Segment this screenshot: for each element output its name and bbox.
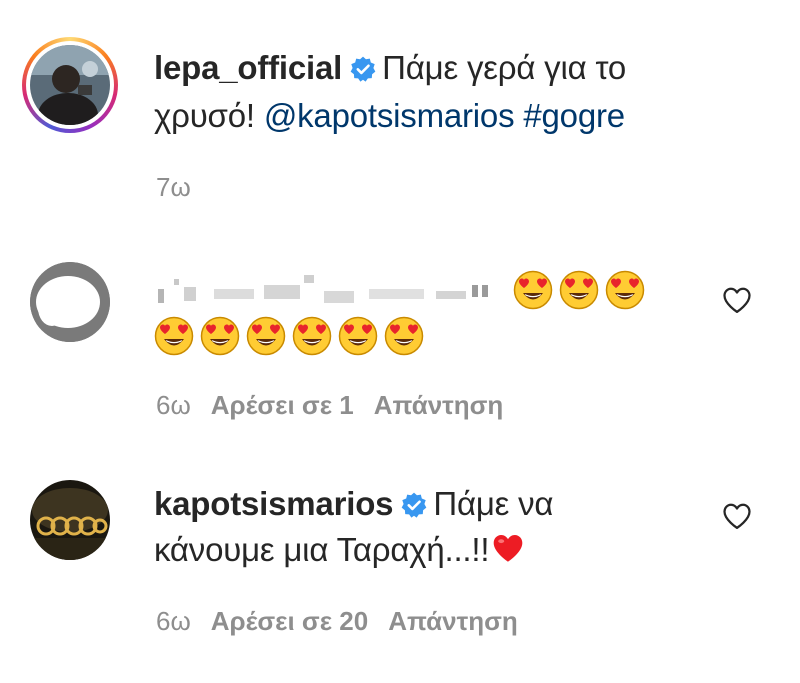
comment-emoji-user: 6ω Αρέσει σε 1 Απάντηση	[0, 250, 800, 440]
timestamp[interactable]: 6ω	[156, 390, 191, 420]
verified-badge-icon	[350, 56, 376, 82]
like-heart-icon[interactable]	[722, 286, 752, 314]
comment-line-2: χρυσό! @kapotsismarios #gogre	[154, 94, 625, 138]
comment-line-1: lepa_official Πάμε γερά για το	[154, 46, 626, 90]
mention-link[interactable]: @kapotsismarios	[264, 97, 515, 134]
timestamp[interactable]: 6ω	[156, 606, 191, 636]
heart-eyes-emoji	[559, 271, 599, 310]
comment-text: κάνουμε μια Ταραχή...!!	[154, 531, 490, 568]
heart-eyes-emoji	[605, 271, 645, 310]
emoji-group	[154, 315, 430, 356]
comment-meta: 7ω	[156, 172, 191, 203]
comment-line-1	[154, 266, 651, 310]
comment-text: Πάμε γερά για το	[382, 49, 626, 86]
heart-eyes-emoji	[513, 271, 553, 310]
comment-lepa-official: lepa_official Πάμε γερά για το χρυσό! @ka…	[0, 0, 800, 210]
comment-line-2: κάνουμε μια Ταραχή...!!	[154, 528, 525, 572]
comment-kapotsismarios: kapotsismarios Πάμε να κάνουμε μια Ταραχή…	[0, 470, 800, 660]
username-link[interactable]: lepa_official	[154, 49, 342, 86]
avatar-photo-obscured	[30, 262, 110, 342]
username-link[interactable]: kapotsismarios	[154, 485, 394, 522]
heart-eyes-emoji	[338, 317, 378, 356]
hashtag-link[interactable]: #gogre	[523, 97, 625, 134]
heart-eyes-emoji	[292, 317, 332, 356]
likes-count[interactable]: Αρέσει σε 20	[211, 606, 368, 636]
avatar-photo	[30, 45, 110, 125]
likes-count[interactable]: Αρέσει σε 1	[211, 390, 354, 420]
red-heart-emoji-icon	[494, 535, 523, 562]
comment-line-1: kapotsismarios Πάμε να	[154, 482, 553, 526]
comment-text: χρυσό!	[154, 97, 255, 134]
avatar[interactable]	[30, 480, 110, 560]
timestamp[interactable]: 7ω	[156, 172, 191, 202]
reply-button[interactable]: Απάντηση	[374, 390, 504, 420]
reply-button[interactable]: Απάντηση	[388, 606, 518, 636]
emoji-group	[513, 269, 651, 310]
heart-eyes-emoji	[200, 317, 240, 356]
avatar[interactable]	[30, 45, 110, 125]
comment-meta: 6ω Αρέσει σε 20 Απάντηση	[156, 606, 518, 637]
obscured-username[interactable]	[154, 275, 504, 305]
story-ring[interactable]	[22, 37, 118, 133]
verified-badge-icon	[401, 492, 427, 518]
comment-line-2	[154, 312, 430, 356]
heart-eyes-emoji	[154, 317, 194, 356]
heart-eyes-emoji	[384, 317, 424, 356]
comment-meta: 6ω Αρέσει σε 1 Απάντηση	[156, 390, 503, 421]
like-heart-icon[interactable]	[722, 502, 752, 530]
heart-eyes-emoji	[246, 317, 286, 356]
avatar-photo	[30, 480, 110, 560]
avatar[interactable]	[30, 262, 110, 342]
comment-text: Πάμε να	[433, 485, 554, 522]
